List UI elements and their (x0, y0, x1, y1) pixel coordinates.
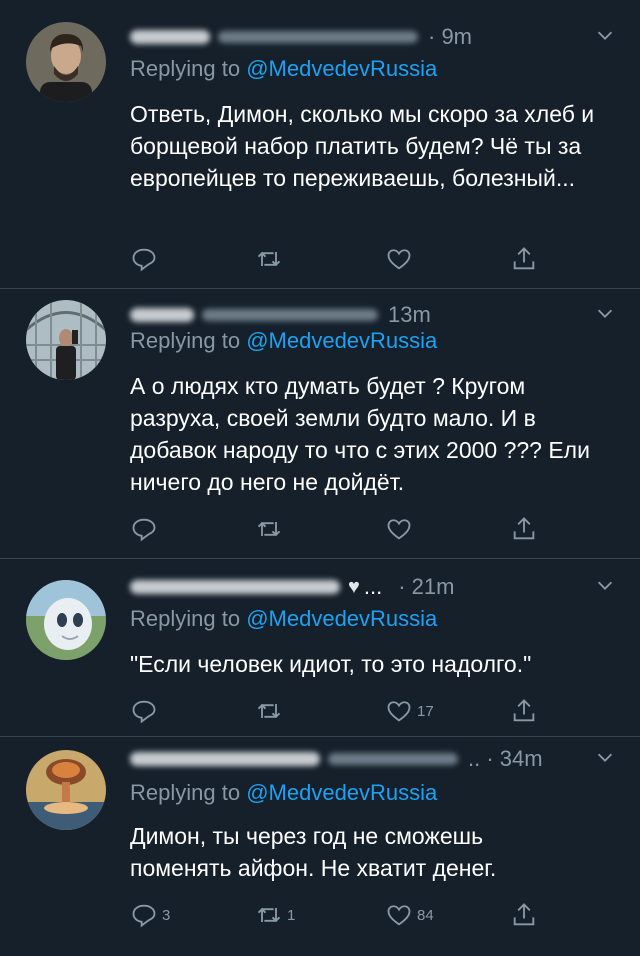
like-count: 84 (417, 906, 434, 924)
tweet-header: ♥ ... · 21m (130, 572, 620, 602)
tweet-actions (130, 512, 550, 546)
retweet-icon (257, 907, 281, 923)
like-button[interactable] (385, 512, 417, 546)
like-icon (387, 905, 411, 926)
retweet-button[interactable] (255, 512, 287, 546)
mention-link[interactable]: @MedvedevRussia (246, 328, 437, 353)
reply-button[interactable]: 3 (130, 898, 170, 932)
author-name-blurred (130, 752, 320, 766)
tweet-text: Димон, ты через год не сможешь поменять … (130, 823, 497, 881)
share-button[interactable] (510, 898, 538, 932)
tweet-1[interactable]: · 9m Replying to @MedvedevRussia Ответь,… (0, 0, 640, 289)
reply-button[interactable] (130, 242, 162, 276)
reply-button[interactable] (130, 694, 162, 728)
tweet-time: · 21m (398, 574, 455, 599)
chevron-down-icon[interactable] (594, 746, 616, 768)
mention-link[interactable]: @MedvedevRussia (246, 780, 437, 805)
like-icon (387, 701, 411, 722)
tweet-3[interactable]: ♥ ... · 21m Replying to @MedvedevRussia … (0, 558, 640, 737)
reply-feed: · 9m Replying to @MedvedevRussia Ответь,… (0, 0, 640, 956)
author-handle-blurred (202, 309, 378, 321)
tweet-header: · 9m (130, 22, 620, 52)
retweet-icon (257, 521, 281, 537)
share-icon (513, 699, 535, 722)
tweet-actions: 3 1 84 (130, 898, 550, 932)
replying-to-label: Replying to (130, 780, 241, 805)
share-button[interactable] (510, 242, 538, 276)
reply-icon (132, 518, 156, 542)
retweet-icon (257, 251, 281, 267)
heart-emoji-icon: ♥ (348, 575, 360, 598)
author-handle-blurred (328, 753, 458, 765)
reply-icon (132, 700, 156, 724)
tweet-text: "Если человек идиот, то это надолго." (130, 651, 532, 677)
tweet-time: .. · 34m (468, 746, 543, 771)
replying-to-label: Replying to (130, 328, 241, 353)
share-icon (513, 247, 535, 270)
avatar[interactable] (26, 22, 106, 102)
tweet-time: · 9m (428, 24, 472, 49)
chevron-down-icon[interactable] (594, 574, 616, 596)
avatar[interactable] (26, 750, 106, 830)
retweet-button[interactable] (255, 242, 287, 276)
share-icon (513, 517, 535, 540)
tweet-time: 13m (388, 302, 431, 327)
chevron-down-icon[interactable] (594, 24, 616, 46)
tweet-actions: 17 (130, 694, 550, 728)
share-button[interactable] (510, 512, 538, 546)
like-count: 17 (417, 702, 434, 720)
replying-to-label: Replying to (130, 606, 241, 631)
tweet-header: 13m (130, 300, 620, 330)
like-button[interactable]: 84 (385, 898, 434, 932)
replying-to-label: Replying to (130, 56, 241, 81)
retweet-button[interactable] (255, 694, 287, 728)
avatar[interactable] (26, 580, 106, 660)
replying-to: Replying to @MedvedevRussia (130, 328, 437, 354)
tweet-text: А о людях кто думать будет ? Кругом разр… (130, 373, 590, 495)
tweet-actions (130, 242, 550, 276)
like-button[interactable] (385, 242, 417, 276)
retweet-count: 1 (287, 906, 296, 924)
reply-count: 3 (162, 906, 171, 924)
chevron-down-icon[interactable] (594, 302, 616, 324)
tweet-header: .. · 34m (130, 744, 620, 774)
reply-icon (132, 248, 156, 272)
share-button[interactable] (510, 694, 538, 728)
like-icon (387, 519, 411, 540)
avatar[interactable] (26, 300, 106, 380)
mention-link[interactable]: @MedvedevRussia (246, 56, 437, 81)
author-name-blurred (130, 308, 194, 322)
replying-to: Replying to @MedvedevRussia (130, 606, 437, 632)
tweet-4[interactable]: .. · 34m Replying to @MedvedevRussia Дим… (0, 736, 640, 956)
reply-icon (132, 904, 156, 928)
mention-link[interactable]: @MedvedevRussia (246, 606, 437, 631)
author-name-blurred (130, 580, 340, 594)
replying-to: Replying to @MedvedevRussia (130, 56, 437, 82)
like-icon (387, 249, 411, 270)
replying-to: Replying to @MedvedevRussia (130, 780, 437, 806)
author-handle-blurred (218, 31, 418, 43)
reply-button[interactable] (130, 512, 162, 546)
tweet-2[interactable]: 13m Replying to @MedvedevRussia А о людя… (0, 288, 640, 559)
like-button[interactable]: 17 (385, 694, 434, 728)
share-icon (513, 903, 535, 926)
retweet-button[interactable]: 1 (255, 898, 295, 932)
retweet-icon (257, 703, 281, 719)
tweet-text: Ответь, Димон, сколько мы скоро за хлеб … (130, 101, 595, 191)
name-ellipsis: ... (363, 574, 383, 599)
author-name-blurred (130, 30, 210, 44)
